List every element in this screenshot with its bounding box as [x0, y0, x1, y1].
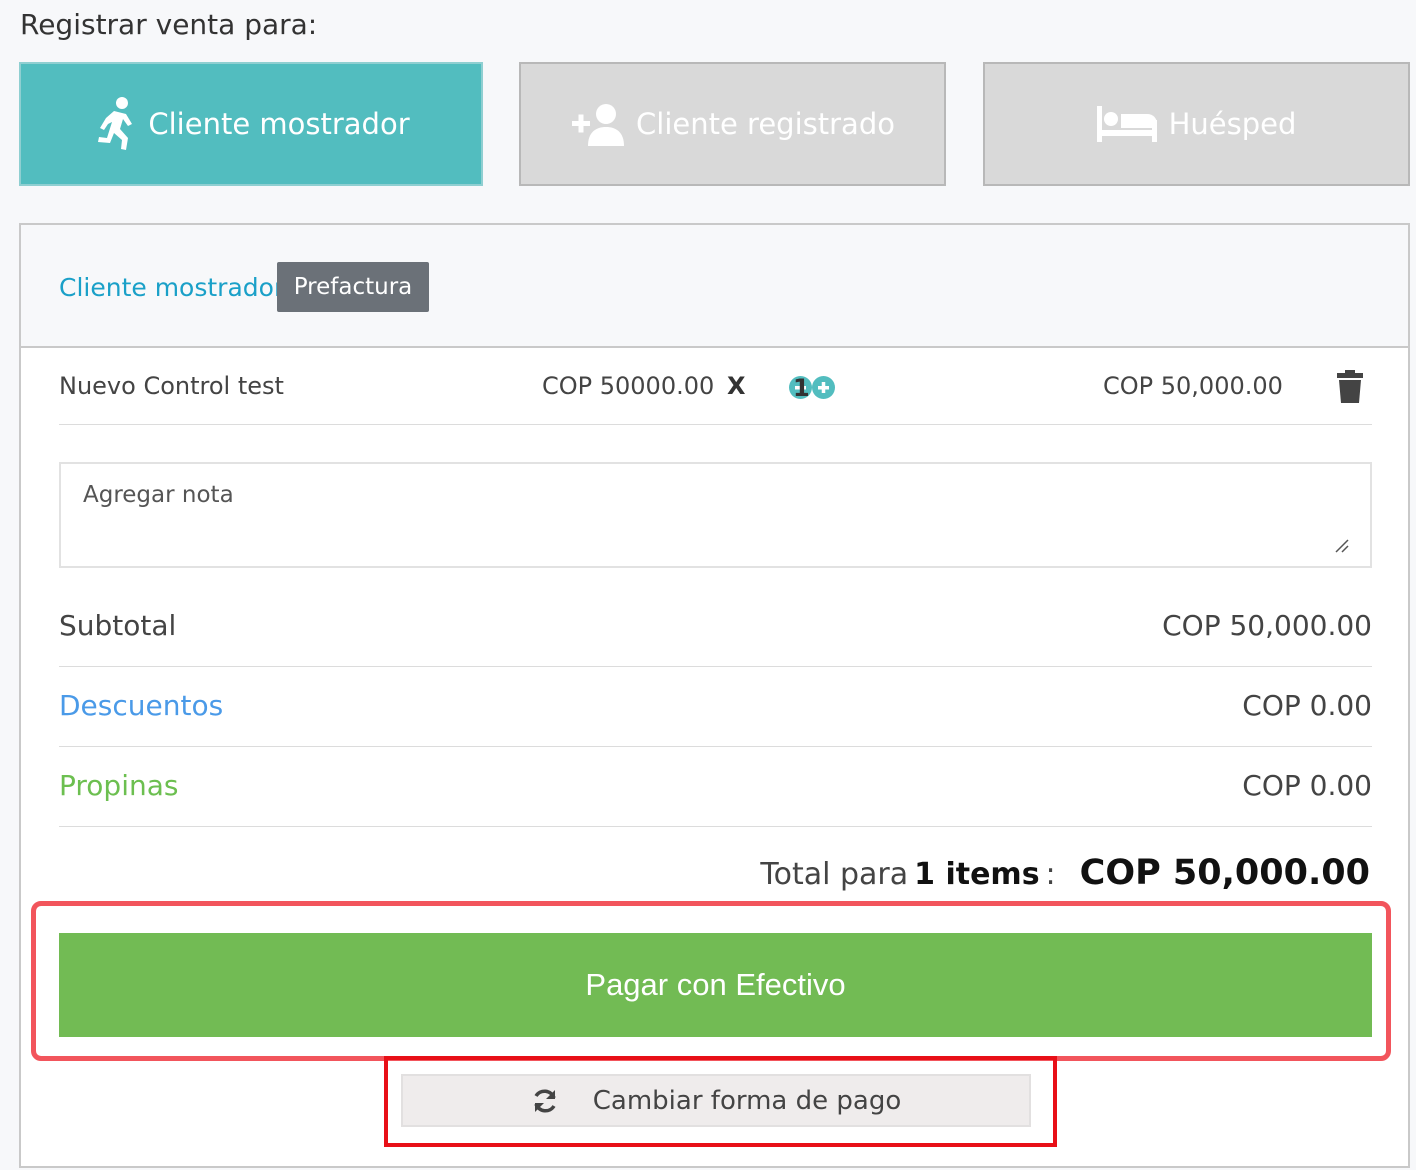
running-person-icon [92, 96, 136, 152]
trash-icon[interactable] [1337, 370, 1363, 408]
guest-button[interactable]: Huésped [983, 62, 1410, 186]
discounts-value: COP 0.00 [1242, 689, 1372, 722]
pay-cash-button[interactable]: Pagar con Efectivo [59, 933, 1372, 1037]
change-payment-method-button[interactable]: Cambiar forma de pago [401, 1074, 1031, 1127]
change-payment-label: Cambiar forma de pago [592, 1085, 902, 1116]
line-item-row: Nuevo Control test COP 50000.00 X 1 COP … [59, 350, 1372, 425]
selected-client-link[interactable]: Cliente mostrador [59, 273, 284, 302]
plus-icon [818, 382, 829, 393]
refresh-icon [531, 1087, 559, 1115]
prefactura-button[interactable]: Prefactura [277, 262, 429, 312]
add-user-icon [570, 102, 625, 146]
total-amount: COP 50,000.00 [1079, 853, 1370, 893]
item-unit-price: COP 50000.00 [542, 372, 715, 400]
walk-in-customer-button[interactable]: Cliente mostrador [19, 62, 483, 186]
item-line-total: COP 50,000.00 [1103, 372, 1283, 400]
discounts-row: Descuentos COP 0.00 [59, 667, 1372, 747]
subtotal-label: Subtotal [59, 609, 177, 642]
discounts-link[interactable]: Descuentos [59, 689, 223, 722]
item-name: Nuevo Control test [59, 372, 284, 400]
total-item-count: 1 items [914, 857, 1040, 892]
multiply-sign: X [727, 372, 746, 400]
sale-panel-header: Cliente mostrador Prefactura [21, 225, 1408, 348]
resize-grip-icon[interactable] [1334, 538, 1350, 558]
total-suffix: : [1045, 857, 1056, 892]
subtotal-value: COP 50,000.00 [1162, 609, 1372, 642]
quantity-value: 1 [793, 373, 810, 402]
subtotal-row: Subtotal COP 50,000.00 [59, 587, 1372, 667]
guest-label: Huésped [1168, 107, 1297, 141]
tips-value: COP 0.00 [1242, 769, 1372, 802]
registered-customer-label: Cliente registrado [636, 107, 895, 141]
bed-icon [1096, 104, 1157, 144]
tips-row: Propinas COP 0.00 [59, 747, 1372, 827]
sale-panel: Cliente mostrador Prefactura Nuevo Contr… [19, 223, 1410, 1168]
registered-customer-button[interactable]: Cliente registrado [519, 62, 946, 186]
register-sale-label: Registrar venta para: [20, 8, 318, 41]
walk-in-customer-label: Cliente mostrador [148, 107, 410, 141]
total-prefix: Total para [760, 857, 909, 892]
tips-link[interactable]: Propinas [59, 769, 178, 802]
quantity-stepper: 1 [789, 373, 835, 402]
increase-quantity-button[interactable] [812, 376, 835, 399]
note-textarea[interactable] [59, 462, 1372, 568]
total-line: Total para 1 items : COP 50,000.00 [760, 853, 1370, 893]
